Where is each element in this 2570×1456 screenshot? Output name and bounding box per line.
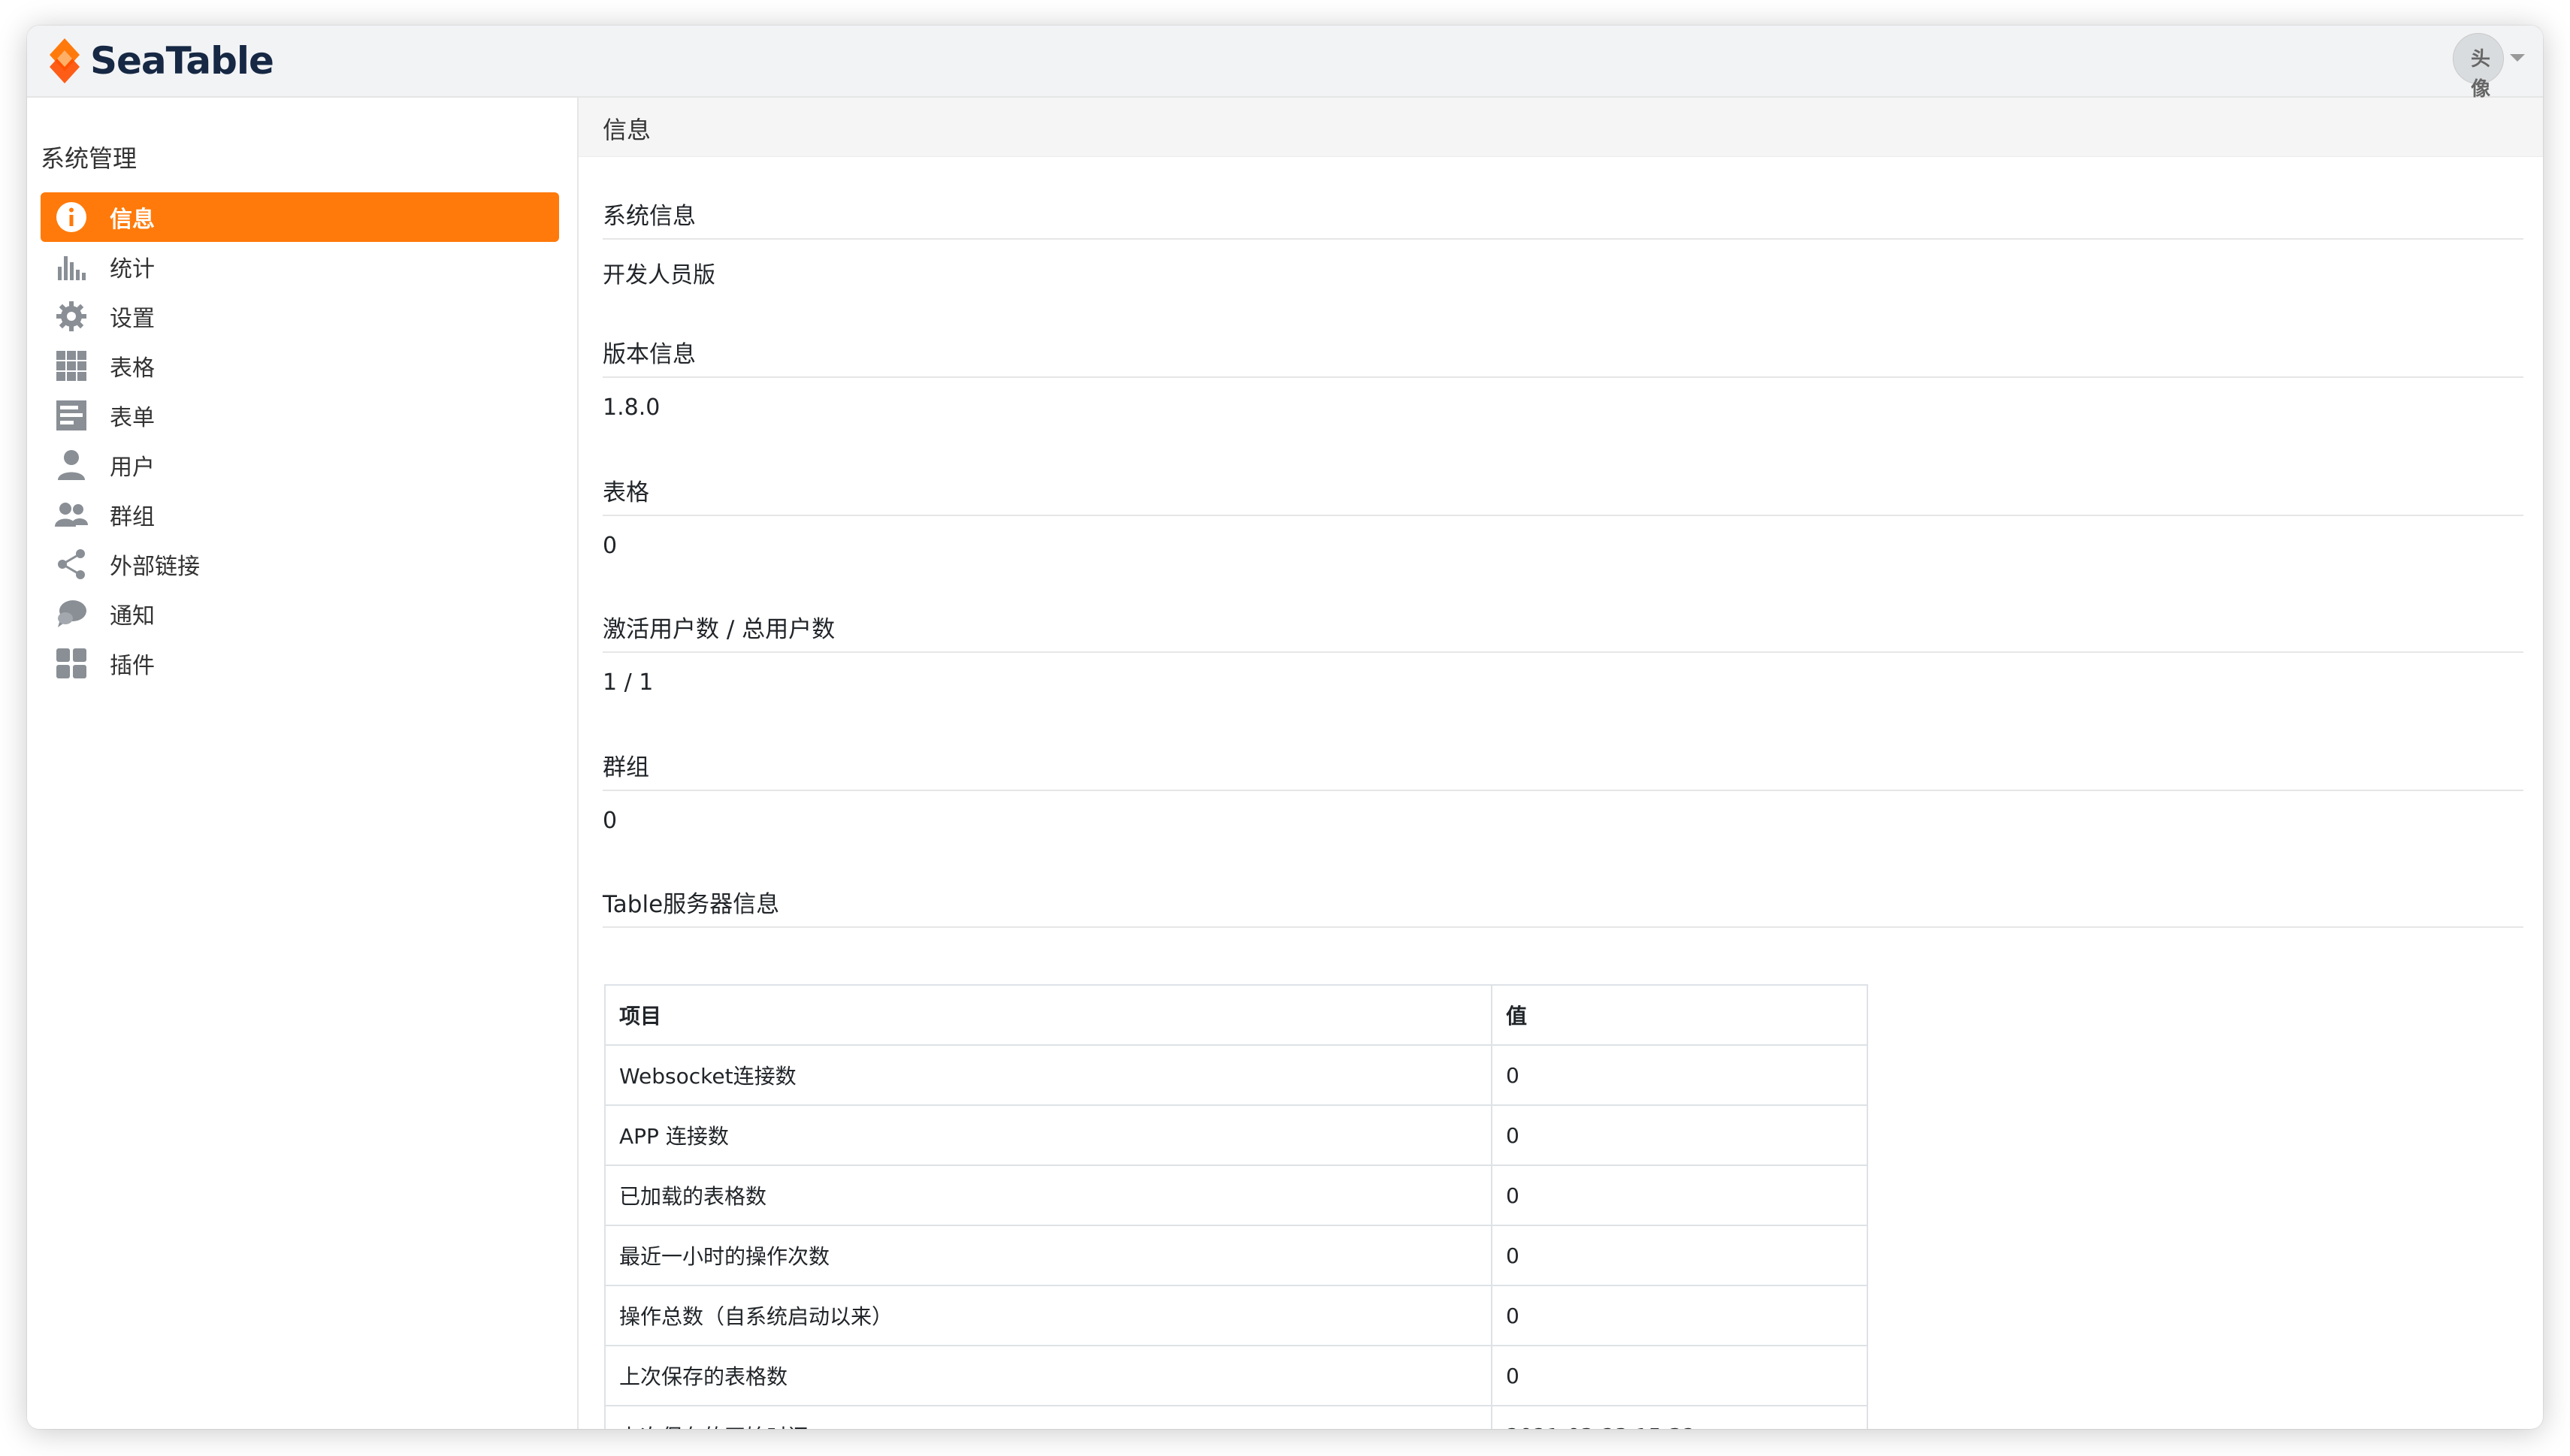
table-row: 操作总数（自系统启动以来） 0	[604, 1285, 1868, 1346]
sidebar-item-label: 信息	[110, 207, 155, 233]
sidebar-item-label: 统计	[110, 256, 155, 282]
table-cell-value: 2021-03-23 15:32	[1491, 1405, 1868, 1429]
table-cell-item: 上次保存的表格数	[604, 1345, 1492, 1406]
table-cell-item: 最近一小时的操作次数	[604, 1225, 1492, 1286]
sidebar-item-info[interactable]: 信息	[41, 192, 559, 242]
form-icon	[53, 397, 90, 434]
bar-chart-icon	[53, 248, 90, 285]
avatar[interactable]: 头像	[2453, 33, 2504, 101]
table-row: Websocket连接数 0	[604, 1044, 1868, 1106]
section-table-server-info: Table服务器信息	[603, 885, 2523, 928]
sidebar-item-label: 插件	[110, 653, 155, 679]
app-window: SeaTable 头像 系统管理 信息 统计 设置 表格 表单 用户 群组 外部…	[27, 26, 2543, 1429]
sidebar-item-label: 用户	[110, 455, 155, 481]
sidebar-item-label: 表单	[110, 405, 155, 431]
section-value: 1 / 1	[603, 669, 654, 696]
section-value: 开发人员版	[603, 262, 715, 288]
sidebar-item-tables[interactable]: 表格	[41, 341, 559, 391]
section-value: 0	[603, 808, 618, 834]
section-title: 系统信息	[603, 197, 2523, 240]
sidebar-item-label: 设置	[110, 306, 155, 332]
sidebar-item-settings[interactable]: 设置	[41, 292, 559, 341]
sidebar-item-external-links[interactable]: 外部链接	[41, 539, 559, 589]
sidebar-nav: 信息 统计 设置 表格 表单 用户 群组 外部链接 通知 插件	[41, 192, 559, 688]
section-system-info: 系统信息 开发人员版	[603, 197, 2523, 289]
page-title: 信息	[603, 116, 652, 144]
info-icon	[53, 198, 90, 236]
grid-icon	[53, 347, 90, 385]
sidebar-item-users[interactable]: 用户	[41, 440, 559, 490]
sidebar-item-groups[interactable]: 群组	[41, 490, 559, 539]
table-cell-item: 上次保存的开始时间	[604, 1405, 1492, 1429]
table-cell-item: APP 连接数	[604, 1104, 1492, 1166]
section-value: 1.8.0	[603, 394, 661, 421]
table-cell-value: 0	[1491, 1225, 1868, 1286]
table-cell-value: 0	[1491, 1164, 1868, 1226]
sidebar-item-label: 表格	[110, 355, 155, 382]
table-cell-value: 0	[1491, 1345, 1868, 1406]
sidebar-item-statistics[interactable]: 统计	[41, 242, 559, 292]
plugin-icon	[53, 645, 90, 682]
table-cell-item: 已加载的表格数	[604, 1164, 1492, 1226]
column-header-value: 值	[1491, 984, 1868, 1046]
sidebar-item-label: 通知	[110, 603, 155, 630]
seatable-logo-icon	[50, 38, 80, 83]
table-row: 已加载的表格数 0	[604, 1164, 1868, 1226]
sidebar-item-notifications[interactable]: 通知	[41, 589, 559, 639]
section-groups: 群组 0	[603, 748, 2523, 834]
table-cell-value: 0	[1491, 1044, 1868, 1106]
server-info-table: 项目 值 Websocket连接数 0 APP 连接数 0 已加载的表格数 0	[604, 984, 1868, 1429]
table-row: APP 连接数 0	[604, 1104, 1868, 1166]
table-row: 最近一小时的操作次数 0	[604, 1225, 1868, 1286]
seatable-logo[interactable]: SeaTable	[47, 36, 274, 86]
top-bar: SeaTable 头像	[27, 26, 2543, 101]
section-title: 激活用户数 / 总用户数	[603, 610, 2523, 653]
sidebar: 系统管理 信息 统计 设置 表格 表单 用户 群组 外部链接 通知 插件	[27, 98, 579, 1429]
sidebar-item-forms[interactable]: 表单	[41, 391, 559, 440]
column-header-item: 项目	[604, 984, 1492, 1046]
users-icon	[53, 496, 90, 533]
sidebar-item-plugins[interactable]: 插件	[41, 639, 559, 688]
avatar-alt-text: 头像	[2470, 48, 2490, 101]
page-header: 信息	[579, 98, 2543, 157]
section-title: 版本信息	[603, 335, 2523, 378]
section-tables: 表格 0	[603, 473, 2523, 559]
table-header-row: 项目 值	[604, 984, 1868, 1046]
table-row: 上次保存的开始时间 2021-03-23 15:32	[604, 1405, 1868, 1429]
sidebar-item-label: 外部链接	[110, 554, 200, 580]
section-version-info: 版本信息 1.8.0	[603, 335, 2523, 421]
table-cell-value: 0	[1491, 1285, 1868, 1346]
section-title: Table服务器信息	[603, 885, 2523, 928]
brand-name: SeaTable	[90, 39, 274, 83]
section-value: 0	[603, 533, 618, 559]
table-cell-item: Websocket连接数	[604, 1044, 1492, 1106]
table-row: 上次保存的表格数 0	[604, 1345, 1868, 1406]
share-icon	[53, 545, 90, 583]
table-cell-item: 操作总数（自系统启动以来）	[604, 1285, 1492, 1346]
sidebar-item-label: 群组	[110, 504, 155, 530]
sidebar-title: 系统管理	[41, 144, 138, 173]
section-title: 群组	[603, 748, 2523, 791]
chat-icon	[53, 595, 90, 633]
section-title: 表格	[603, 473, 2523, 516]
chevron-down-icon[interactable]	[2510, 54, 2525, 62]
user-icon	[53, 446, 90, 484]
gear-icon	[53, 298, 90, 335]
section-active-users: 激活用户数 / 总用户数 1 / 1	[603, 610, 2523, 696]
table-cell-value: 0	[1491, 1104, 1868, 1166]
main-content: 信息 系统信息 开发人员版 版本信息 1.8.0 表格 0 激活用户数 / 总用…	[579, 98, 2543, 1429]
user-menu[interactable]: 头像	[2453, 33, 2525, 101]
